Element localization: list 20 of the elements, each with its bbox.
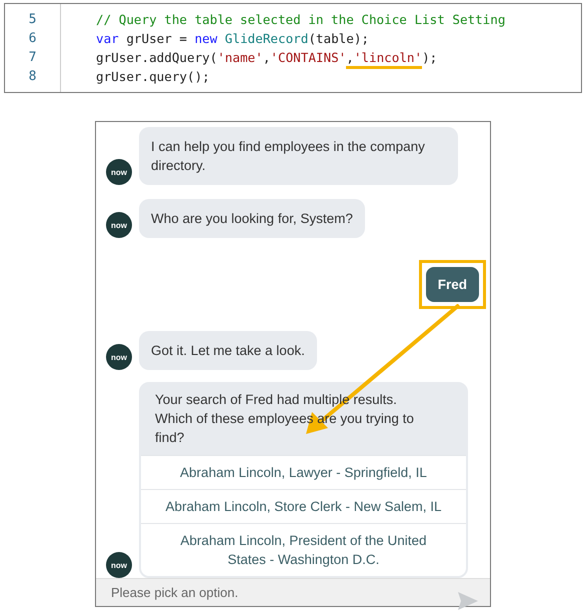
option-button[interactable]: Abraham Lincoln, Store Clerk - New Salem, IL [141,489,466,523]
line-number: 8 [28,68,38,86]
line-number: 6 [28,30,38,48]
message-input[interactable]: Please pick an option. [96,579,490,606]
line-number: 7 [28,49,38,67]
bot-message: Got it. Let me take a look. [139,331,317,370]
user-message: Fred [426,267,479,302]
code-line: grUser.addQuery('name','CONTAINS','lincoln'); [96,48,506,67]
line-number: 5 [28,11,38,29]
code-line: // Query the table selected in the Choice List Setting [96,11,506,29]
bot-avatar: now [106,159,132,185]
bot-avatar: now [106,552,132,578]
bot-avatar: now [106,344,132,370]
option-button[interactable]: Abraham Lincoln, Lawyer - Springfield, IL [141,455,466,489]
bot-avatar: now [106,212,132,238]
bot-message: Who are you looking for, System? [139,199,365,238]
code-line: var grUser = new GlideRecord(table); [96,30,370,48]
bot-message: I can help you find employees in the company directory. [139,127,458,185]
code-line: grUser.query(); [96,68,211,86]
option-button[interactable]: Abraham Lincoln, President of the United States - Washington D.C. [141,523,466,576]
